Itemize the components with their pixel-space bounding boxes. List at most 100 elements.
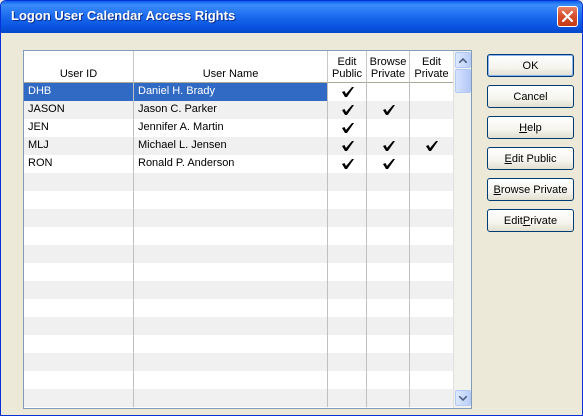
empty-table-row[interactable] bbox=[24, 299, 454, 317]
browse-private-cell[interactable] bbox=[367, 281, 410, 299]
user-name-cell[interactable] bbox=[134, 353, 328, 371]
edit-public-cell[interactable] bbox=[328, 353, 367, 371]
empty-table-row[interactable] bbox=[24, 317, 454, 335]
edit-public-cell[interactable] bbox=[328, 101, 367, 119]
edit-private-cell[interactable] bbox=[410, 119, 454, 137]
browse-private-cell[interactable] bbox=[367, 209, 410, 227]
access-rights-grid[interactable]: User ID User Name Edit Public Browse Private E… bbox=[23, 50, 472, 409]
user-id-cell[interactable] bbox=[24, 353, 134, 371]
edit-private-cell[interactable] bbox=[410, 209, 454, 227]
user-id-cell[interactable] bbox=[24, 245, 134, 263]
table-row[interactable]: JEN Jennifer A. Martin bbox=[24, 119, 454, 137]
user-name-cell[interactable] bbox=[134, 335, 328, 353]
column-header-edit-public[interactable]: Edit Public bbox=[328, 51, 367, 83]
empty-table-row[interactable] bbox=[24, 353, 454, 371]
table-row[interactable]: JASON Jason C. Parker bbox=[24, 101, 454, 119]
edit-public-cell[interactable] bbox=[328, 245, 367, 263]
user-id-cell[interactable]: MLJ bbox=[24, 137, 134, 155]
edit-private-cell[interactable] bbox=[410, 335, 454, 353]
edit-private-cell[interactable] bbox=[410, 173, 454, 191]
edit-private-cell[interactable] bbox=[410, 263, 454, 281]
empty-table-row[interactable] bbox=[24, 335, 454, 353]
table-row[interactable]: MLJ Michael L. Jensen bbox=[24, 137, 454, 155]
user-id-cell[interactable] bbox=[24, 299, 134, 317]
user-id-cell[interactable] bbox=[24, 335, 134, 353]
browse-private-cell[interactable] bbox=[367, 137, 410, 155]
edit-public-cell[interactable] bbox=[328, 281, 367, 299]
empty-table-row[interactable] bbox=[24, 173, 454, 191]
user-name-cell[interactable] bbox=[134, 281, 328, 299]
edit-public-cell[interactable] bbox=[328, 173, 367, 191]
edit-private-cell[interactable] bbox=[410, 155, 454, 173]
empty-table-row[interactable] bbox=[24, 263, 454, 281]
user-id-cell[interactable]: DHB bbox=[24, 83, 134, 101]
edit-private-cell[interactable] bbox=[410, 227, 454, 245]
edit-public-cell[interactable] bbox=[328, 299, 367, 317]
edit-private-cell[interactable] bbox=[410, 137, 454, 155]
empty-table-row[interactable] bbox=[24, 227, 454, 245]
ok-button[interactable]: OK bbox=[487, 54, 574, 77]
column-header-userid[interactable]: User ID bbox=[24, 51, 134, 83]
edit-public-cell[interactable] bbox=[328, 317, 367, 335]
user-id-cell[interactable]: JEN bbox=[24, 119, 134, 137]
scroll-up-button[interactable] bbox=[455, 52, 471, 68]
edit-public-cell[interactable] bbox=[328, 137, 367, 155]
browse-private-cell[interactable] bbox=[367, 101, 410, 119]
user-name-cell[interactable] bbox=[134, 299, 328, 317]
edit-public-cell[interactable] bbox=[328, 227, 367, 245]
help-button[interactable]: Help bbox=[487, 116, 574, 139]
browse-private-cell[interactable] bbox=[367, 335, 410, 353]
browse-private-cell[interactable] bbox=[367, 245, 410, 263]
edit-public-cell[interactable] bbox=[328, 389, 367, 407]
user-name-cell[interactable] bbox=[134, 173, 328, 191]
title-bar[interactable]: Logon User Calendar Access Rights bbox=[1, 1, 582, 33]
user-name-cell[interactable] bbox=[134, 317, 328, 335]
user-name-cell[interactable] bbox=[134, 245, 328, 263]
close-button[interactable] bbox=[557, 6, 578, 27]
browse-private-cell[interactable] bbox=[367, 119, 410, 137]
browse-private-cell[interactable] bbox=[367, 227, 410, 245]
column-header-edit-private[interactable]: Edit Private bbox=[410, 51, 454, 83]
user-id-cell[interactable] bbox=[24, 389, 134, 407]
empty-table-row[interactable] bbox=[24, 389, 454, 407]
user-id-cell[interactable] bbox=[24, 227, 134, 245]
edit-public-cell[interactable] bbox=[328, 371, 367, 389]
browse-private-button[interactable]: Browse Private bbox=[487, 178, 574, 201]
empty-table-row[interactable] bbox=[24, 371, 454, 389]
empty-table-row[interactable] bbox=[24, 191, 454, 209]
user-name-cell[interactable]: Jennifer A. Martin bbox=[134, 119, 328, 137]
user-id-cell[interactable] bbox=[24, 173, 134, 191]
user-id-cell[interactable]: JASON bbox=[24, 101, 134, 119]
cancel-button[interactable]: Cancel bbox=[487, 85, 574, 108]
empty-table-row[interactable] bbox=[24, 245, 454, 263]
user-id-cell[interactable] bbox=[24, 191, 134, 209]
user-name-cell[interactable]: Jason C. Parker bbox=[134, 101, 328, 119]
edit-public-cell[interactable] bbox=[328, 335, 367, 353]
user-id-cell[interactable] bbox=[24, 371, 134, 389]
user-name-cell[interactable]: Michael L. Jensen bbox=[134, 137, 328, 155]
user-name-cell[interactable]: Daniel H. Brady bbox=[134, 83, 328, 101]
user-id-cell[interactable] bbox=[24, 209, 134, 227]
browse-private-cell[interactable] bbox=[367, 317, 410, 335]
browse-private-cell[interactable] bbox=[367, 155, 410, 173]
user-name-cell[interactable] bbox=[134, 263, 328, 281]
browse-private-cell[interactable] bbox=[367, 191, 410, 209]
edit-public-cell[interactable] bbox=[328, 209, 367, 227]
user-name-cell[interactable] bbox=[134, 227, 328, 245]
edit-public-cell[interactable] bbox=[328, 119, 367, 137]
user-id-cell[interactable] bbox=[24, 263, 134, 281]
column-header-username[interactable]: User Name bbox=[134, 51, 328, 83]
browse-private-cell[interactable] bbox=[367, 173, 410, 191]
table-row[interactable]: RON Ronald P. Anderson bbox=[24, 155, 454, 173]
edit-private-cell[interactable] bbox=[410, 371, 454, 389]
browse-private-cell[interactable] bbox=[367, 299, 410, 317]
edit-public-button[interactable]: Edit Public bbox=[487, 147, 574, 170]
edit-private-cell[interactable] bbox=[410, 389, 454, 407]
edit-private-cell[interactable] bbox=[410, 101, 454, 119]
edit-private-cell[interactable] bbox=[410, 83, 454, 101]
user-name-cell[interactable]: Ronald P. Anderson bbox=[134, 155, 328, 173]
scroll-down-button[interactable] bbox=[455, 390, 471, 406]
table-row[interactable]: DHB Daniel H. Brady bbox=[24, 83, 454, 101]
empty-table-row[interactable] bbox=[24, 209, 454, 227]
edit-public-cell[interactable] bbox=[328, 191, 367, 209]
